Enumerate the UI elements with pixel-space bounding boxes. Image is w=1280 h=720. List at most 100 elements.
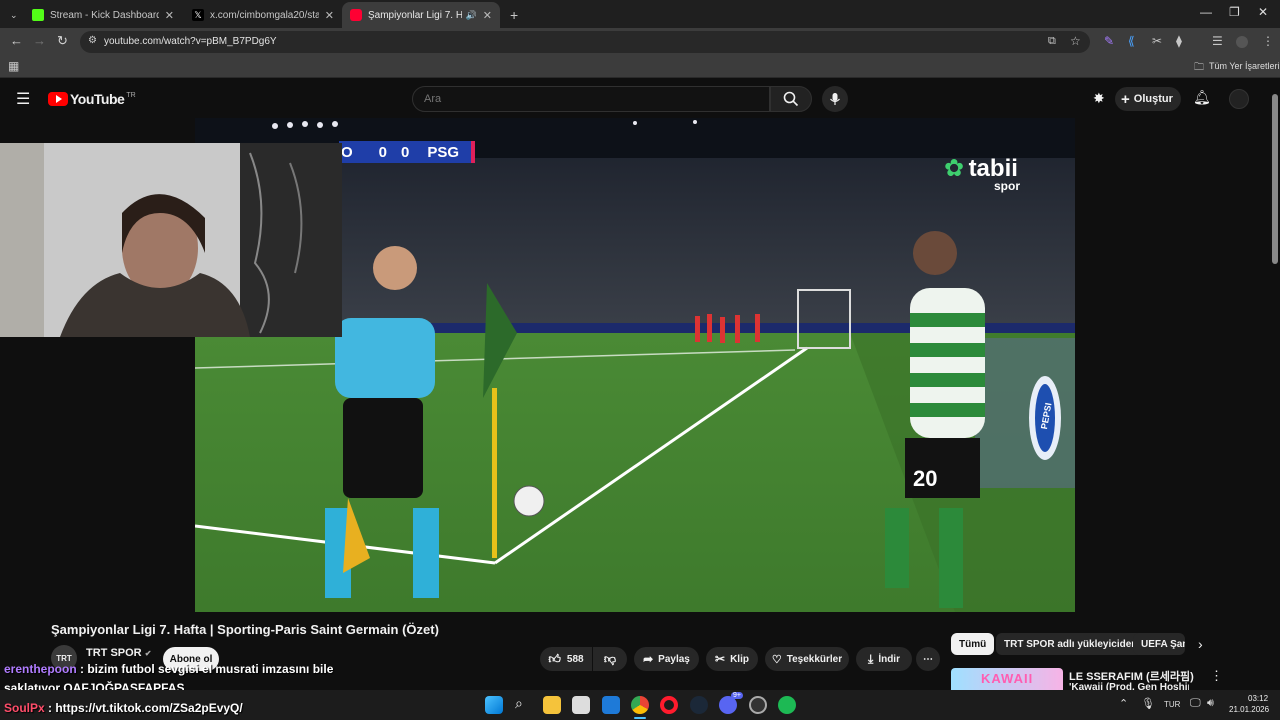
clock-date[interactable]: 21.01.2026 [1229,705,1269,714]
extensions-puzzle-icon[interactable]: ⧫ [1176,34,1182,48]
channel-name[interactable]: TRT SPOR ✔ [86,647,151,659]
scoreboard: O 0 0 PSG [339,141,475,163]
new-tab-button[interactable]: + [502,2,522,28]
windows-start-icon[interactable] [485,696,503,714]
media-controls-icon[interactable]: ☰ [1212,34,1223,48]
forward-button[interactable]: → [33,33,46,48]
extension-tool-icon[interactable]: ✂ [1152,34,1162,48]
discord-badge: 9+ [731,692,743,699]
chip-all[interactable]: Tümü [951,633,995,655]
site-info-icon[interactable]: ⚙ [88,35,97,46]
spotify-icon[interactable] [778,696,796,714]
recommendation-subtitle: 'Kawaii (Prod. Gen Hoshino)' [1069,682,1189,690]
apps-grid-icon[interactable]: ▦ [8,59,19,73]
thumbs-up-icon: 👍︎ [548,651,561,666]
profile-avatar[interactable] [1236,36,1248,48]
opera-icon[interactable] [660,696,678,714]
chat-text: : https://vt.tiktok.com/ZSa2pEvyQ/ [44,701,243,715]
tab-search-button[interactable]: ⌄ [2,2,20,28]
search-icon [783,91,799,107]
display-icon[interactable]: 🖵 [1190,697,1201,710]
extension-wave-icon[interactable]: ⟪ [1128,34,1135,48]
search-input[interactable] [413,87,769,111]
home-team-partial: O [341,143,353,161]
share-button[interactable]: ➦ Paylaş [634,647,699,671]
folder-icon: 🗀 [1194,62,1204,73]
close-icon[interactable]: ✕ [483,9,492,22]
chat-message: SoulPx : https://vt.tiktok.com/ZSa2pEvyQ… [4,701,243,715]
like-button[interactable]: 👍︎ 588 [540,647,592,671]
close-icon[interactable]: ✕ [325,9,334,22]
webcam-overlay [0,143,342,337]
premium-sparkle-icon[interactable]: ✸ [1093,90,1105,107]
restore-button[interactable]: ❐ [1229,5,1240,19]
close-icon[interactable]: ✕ [165,9,174,22]
chrome-icon[interactable] [631,696,649,714]
clock-time[interactable]: 03:12 [1248,694,1268,703]
account-avatar[interactable] [1229,89,1249,109]
tab-x-status[interactable]: 𝕏 x.com/cimbomgala20/status/20 ✕ [184,2,342,28]
download-icon: ⤓ [868,651,874,666]
chat-username: SoulPx [4,701,45,715]
x-logo-icon: 𝕏 [192,9,204,21]
chat-text: : bizim futbol sevgisi el musrati imzası… [76,662,334,676]
minimize-button[interactable]: — [1200,5,1212,19]
page-scrollbar[interactable] [1272,84,1278,684]
bookmark-star-icon[interactable]: ☆ [1070,34,1081,48]
close-window-button[interactable]: ✕ [1258,5,1268,19]
tab-kick-dashboard[interactable]: Stream - Kick Dashboard ✕ [24,2,182,28]
speaker-icon[interactable]: 🔊 [466,10,477,21]
language-indicator[interactable]: TUR [1164,700,1180,709]
mail-icon[interactable] [602,696,620,714]
install-app-icon[interactable]: ⧉ [1048,35,1056,48]
tab-youtube-video[interactable]: Şampiyonlar Ligi 7. Hafta | Sp 🔊 ✕ [342,2,500,28]
file-explorer-icon[interactable] [543,696,561,714]
tabii-flower-icon: ✿ [944,155,965,182]
recommendation-thumbnail[interactable]: KAWAII [951,668,1063,690]
back-button[interactable]: ← [10,33,23,48]
address-bar[interactable]: ⚙ youtube.com/watch?v=pBM_B7PDg6Y ⧉ ☆ [80,31,1090,53]
thumbs-down-icon: 👎︎ [603,651,617,666]
chip-from-uploader[interactable]: TRT SPOR adlı yükleyiciden [996,633,1146,655]
search-icon[interactable]: ⌕ [515,695,523,712]
chevron-right-icon[interactable]: › [1198,636,1203,652]
extension-feather-icon[interactable]: ✎ [1104,34,1114,48]
more-actions-button[interactable]: ⋯ [916,647,940,671]
youtube-logo[interactable]: YouTube TR [48,91,136,107]
kick-icon [32,9,44,21]
home-score: 0 [378,143,388,161]
create-button[interactable]: + Oluştur [1115,87,1181,111]
search-box[interactable] [412,86,770,112]
steam-icon[interactable] [690,696,708,714]
tab-title: Şampiyonlar Ligi 7. Hafta | Sp [368,9,462,21]
dislike-button[interactable]: 👎︎ [593,647,627,671]
store-icon[interactable] [572,696,590,714]
hamburger-menu-icon[interactable]: ☰ [16,89,30,109]
youtube-icon [350,9,362,21]
download-button[interactable]: ⤓ İndir [856,647,912,671]
browser-tab-strip: ⌄ Stream - Kick Dashboard ✕ 𝕏 x.com/cimb… [0,0,1280,28]
microphone-icon[interactable]: 🎙︎ [1141,697,1155,710]
tab-title: x.com/cimbomgala20/status/20 [210,9,319,21]
chat-message: erenthepoon : bizim futbol sevgisi el mu… [4,662,333,676]
volume-icon[interactable]: 🔊︎ [1207,697,1214,710]
thanks-button[interactable]: ♡ Teşekkürler [765,647,849,671]
video-title: Şampiyonlar Ligi 7. Hafta | Sporting-Par… [51,622,439,637]
player-shirt-number: 20 [913,466,938,491]
reload-button[interactable]: ↻ [57,33,68,49]
scissors-icon: ✂ [715,652,726,666]
scrollbar-thumb[interactable] [1272,94,1278,264]
notifications-bell-icon[interactable]: 🔔︎ [1193,89,1211,106]
chip-uefa[interactable]: UEFA Şam [1133,633,1185,655]
search-button[interactable] [770,86,812,112]
more-vertical-icon[interactable]: ⋮ [1210,668,1223,684]
obs-icon[interactable] [749,696,767,714]
all-bookmarks-link[interactable]: Tüm Yer İşaretleri [1209,61,1280,71]
chat-username: erenthepoon [4,662,77,676]
menu-dots-icon[interactable]: ⋮ [1262,34,1274,48]
webcam-frame [0,143,342,337]
voice-search-button[interactable] [822,86,848,112]
chevron-up-icon[interactable]: ⌃ [1119,697,1128,710]
clip-button[interactable]: ✂ Klip [706,647,758,671]
youtube-header: ☰ YouTube TR ✸ + Oluştur 🔔︎ [0,81,1280,117]
